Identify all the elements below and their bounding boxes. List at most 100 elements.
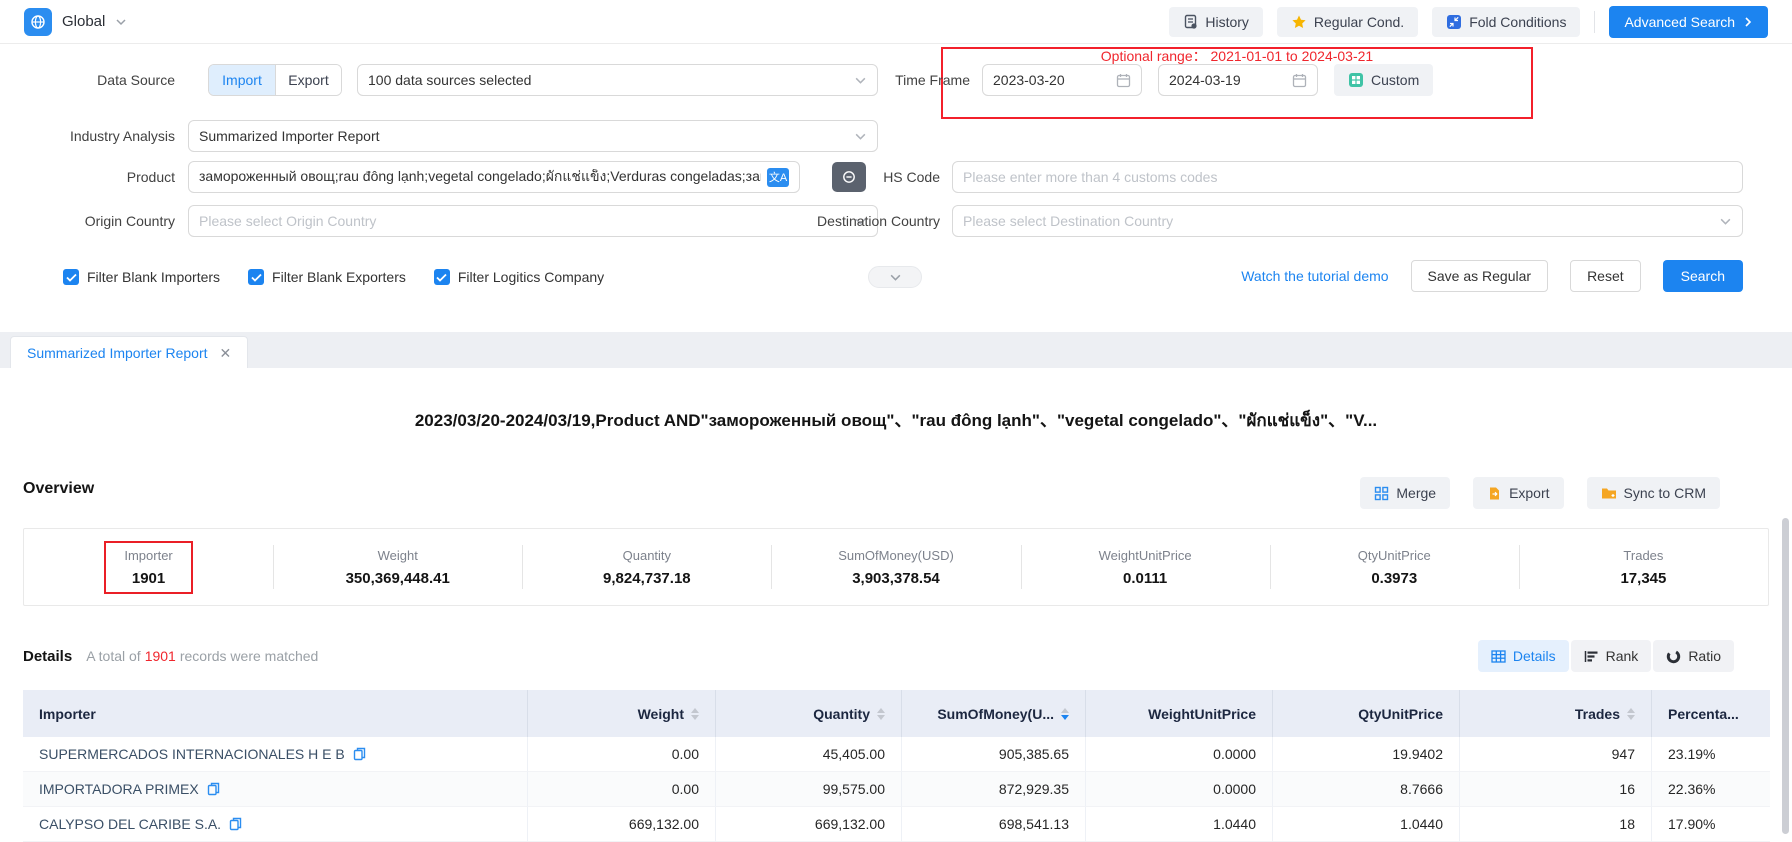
chevron-right-icon bbox=[1743, 16, 1753, 28]
destination-country-select[interactable]: Please select Destination Country bbox=[952, 205, 1743, 237]
date-end-field bbox=[1158, 64, 1318, 96]
copy-icon[interactable] bbox=[353, 747, 366, 761]
tab-strip: Summarized Importer Report ✕ bbox=[0, 332, 1792, 368]
divider bbox=[1594, 11, 1595, 33]
chevron-down-icon bbox=[115, 16, 127, 28]
regular-cond-button[interactable]: Regular Cond. bbox=[1277, 7, 1418, 37]
view-ratio-button[interactable]: Ratio bbox=[1653, 640, 1734, 672]
hs-code-field bbox=[952, 161, 1743, 193]
export-tab[interactable]: Export bbox=[275, 65, 341, 95]
close-icon[interactable]: ✕ bbox=[220, 346, 232, 360]
export-label: Export bbox=[1509, 485, 1549, 501]
column-header-sum-of-money[interactable]: SumOfMoney(U... bbox=[902, 690, 1086, 737]
date-end-input[interactable] bbox=[1169, 72, 1292, 88]
filter-label: Filter Blank Exporters bbox=[272, 269, 406, 285]
filter-blank-exporters-checkbox[interactable]: Filter Blank Exporters bbox=[248, 269, 406, 285]
weight-unit-price-cell: 0.0000 bbox=[1086, 772, 1273, 807]
regular-cond-label: Regular Cond. bbox=[1314, 14, 1404, 30]
export-button[interactable]: Export bbox=[1473, 477, 1563, 509]
details-heading-row: Details A total of1901records were match… bbox=[23, 648, 318, 665]
stat-label: Weight bbox=[346, 548, 450, 563]
hs-code-input[interactable] bbox=[963, 169, 1732, 185]
merge-label: Merge bbox=[1396, 485, 1436, 501]
view-rank-button[interactable]: Rank bbox=[1571, 640, 1652, 672]
reset-button[interactable]: Reset bbox=[1570, 260, 1641, 292]
checkbox-checked-icon bbox=[248, 269, 264, 285]
copy-icon[interactable] bbox=[207, 782, 220, 796]
filter-label: Filter Blank Importers bbox=[87, 269, 220, 285]
merge-button[interactable]: Merge bbox=[1360, 477, 1450, 509]
data-source-toggle: Import Export bbox=[208, 64, 342, 96]
topbar-actions: History Regular Cond. Fold Conditions Ad… bbox=[1169, 6, 1768, 38]
filter-logitics-company-checkbox[interactable]: Filter Logitics Company bbox=[434, 269, 604, 285]
view-details-button[interactable]: Details bbox=[1478, 640, 1569, 672]
stat-weight: Weight 350,369,448.41 bbox=[273, 529, 522, 605]
history-label: History bbox=[1205, 14, 1249, 30]
stat-label: Quantity bbox=[603, 548, 691, 563]
save-as-regular-button[interactable]: Save as Regular bbox=[1411, 260, 1549, 292]
destination-country-label: Destination Country bbox=[780, 213, 940, 229]
filter-blank-importers-checkbox[interactable]: Filter Blank Importers bbox=[63, 269, 220, 285]
importer-link[interactable]: SUPERMERCADOS INTERNACIONALES H E B bbox=[39, 746, 345, 762]
origin-country-select[interactable]: Please select Origin Country bbox=[188, 205, 878, 237]
export-icon bbox=[1487, 486, 1502, 501]
date-start-input[interactable] bbox=[993, 72, 1116, 88]
column-header-quantity[interactable]: Quantity bbox=[716, 690, 902, 737]
trades-cell: 16 bbox=[1460, 772, 1652, 807]
stat-quantity: Quantity 9,824,737.18 bbox=[522, 529, 771, 605]
summary-count: 1901 bbox=[141, 648, 180, 664]
stat-trades: Trades 17,345 bbox=[1519, 529, 1768, 605]
sort-icon bbox=[691, 708, 699, 720]
advanced-search-button[interactable]: Advanced Search bbox=[1609, 6, 1768, 38]
region-label: Global bbox=[62, 13, 105, 30]
destination-country-placeholder: Please select Destination Country bbox=[963, 213, 1173, 229]
import-tab[interactable]: Import bbox=[209, 65, 275, 95]
translate-icon[interactable]: 文A bbox=[767, 168, 789, 187]
stat-label: Importer bbox=[124, 548, 172, 563]
details-summary: A total of1901records were matched bbox=[86, 648, 318, 664]
stat-weight-unit-price: WeightUnitPrice 0.0111 bbox=[1021, 529, 1270, 605]
custom-range-button[interactable]: Custom bbox=[1334, 64, 1433, 96]
collapse-form-button[interactable] bbox=[868, 266, 922, 288]
industry-analysis-select[interactable]: Summarized Importer Report bbox=[188, 120, 878, 152]
column-header-weight[interactable]: Weight bbox=[528, 690, 716, 737]
calendar-icon[interactable] bbox=[1292, 73, 1307, 88]
quantity-cell: 45,405.00 bbox=[716, 737, 902, 772]
copy-icon[interactable] bbox=[229, 817, 242, 831]
product-label: Product bbox=[20, 169, 175, 185]
advanced-search-label: Advanced Search bbox=[1624, 14, 1735, 30]
data-sources-select[interactable]: 100 data sources selected bbox=[357, 64, 878, 96]
sync-to-crm-button[interactable]: Sync to CRM bbox=[1587, 477, 1720, 509]
top-bar: Global History Regular Cond. Fold Condit… bbox=[0, 0, 1792, 44]
vertical-scrollbar-thumb[interactable] bbox=[1782, 518, 1789, 834]
history-button[interactable]: History bbox=[1169, 7, 1263, 37]
view-details-label: Details bbox=[1513, 648, 1556, 664]
fold-conditions-button[interactable]: Fold Conditions bbox=[1432, 7, 1580, 37]
rank-bars-icon bbox=[1584, 650, 1599, 663]
column-header-percentage: Percenta... bbox=[1652, 690, 1770, 737]
chevron-down-icon bbox=[889, 271, 902, 284]
column-header-trades[interactable]: Trades bbox=[1460, 690, 1652, 737]
tab-summarized-importer-report[interactable]: Summarized Importer Report ✕ bbox=[10, 336, 248, 368]
tutorial-link[interactable]: Watch the tutorial demo bbox=[1241, 268, 1388, 284]
stat-value: 17,345 bbox=[1620, 570, 1666, 587]
stat-value: 3,903,378.54 bbox=[838, 570, 954, 587]
calendar-icon[interactable] bbox=[1116, 73, 1131, 88]
highlight-box-importer: Importer 1901 bbox=[104, 541, 192, 594]
region-selector[interactable]: Global bbox=[24, 8, 127, 36]
view-ratio-label: Ratio bbox=[1688, 648, 1721, 664]
custom-range-label: Custom bbox=[1371, 72, 1419, 88]
importer-link[interactable]: CALYPSO DEL CARIBE S.A. bbox=[39, 816, 221, 832]
quantity-cell: 669,132.00 bbox=[716, 807, 902, 842]
product-input[interactable] bbox=[199, 169, 761, 185]
product-field: 文A bbox=[188, 161, 800, 193]
weight-cell: 0.00 bbox=[528, 737, 716, 772]
fold-conditions-label: Fold Conditions bbox=[1469, 14, 1566, 30]
percentage-cell: 22.36% bbox=[1652, 772, 1770, 807]
search-button[interactable]: Search bbox=[1663, 260, 1743, 292]
column-header-weight-unit-price: WeightUnitPrice bbox=[1086, 690, 1273, 737]
column-header-qty-unit-price: QtyUnitPrice bbox=[1273, 690, 1460, 737]
sum-cell: 698,541.13 bbox=[902, 807, 1086, 842]
history-icon bbox=[1183, 14, 1198, 29]
importer-link[interactable]: IMPORTADORA PRIMEX bbox=[39, 781, 199, 797]
